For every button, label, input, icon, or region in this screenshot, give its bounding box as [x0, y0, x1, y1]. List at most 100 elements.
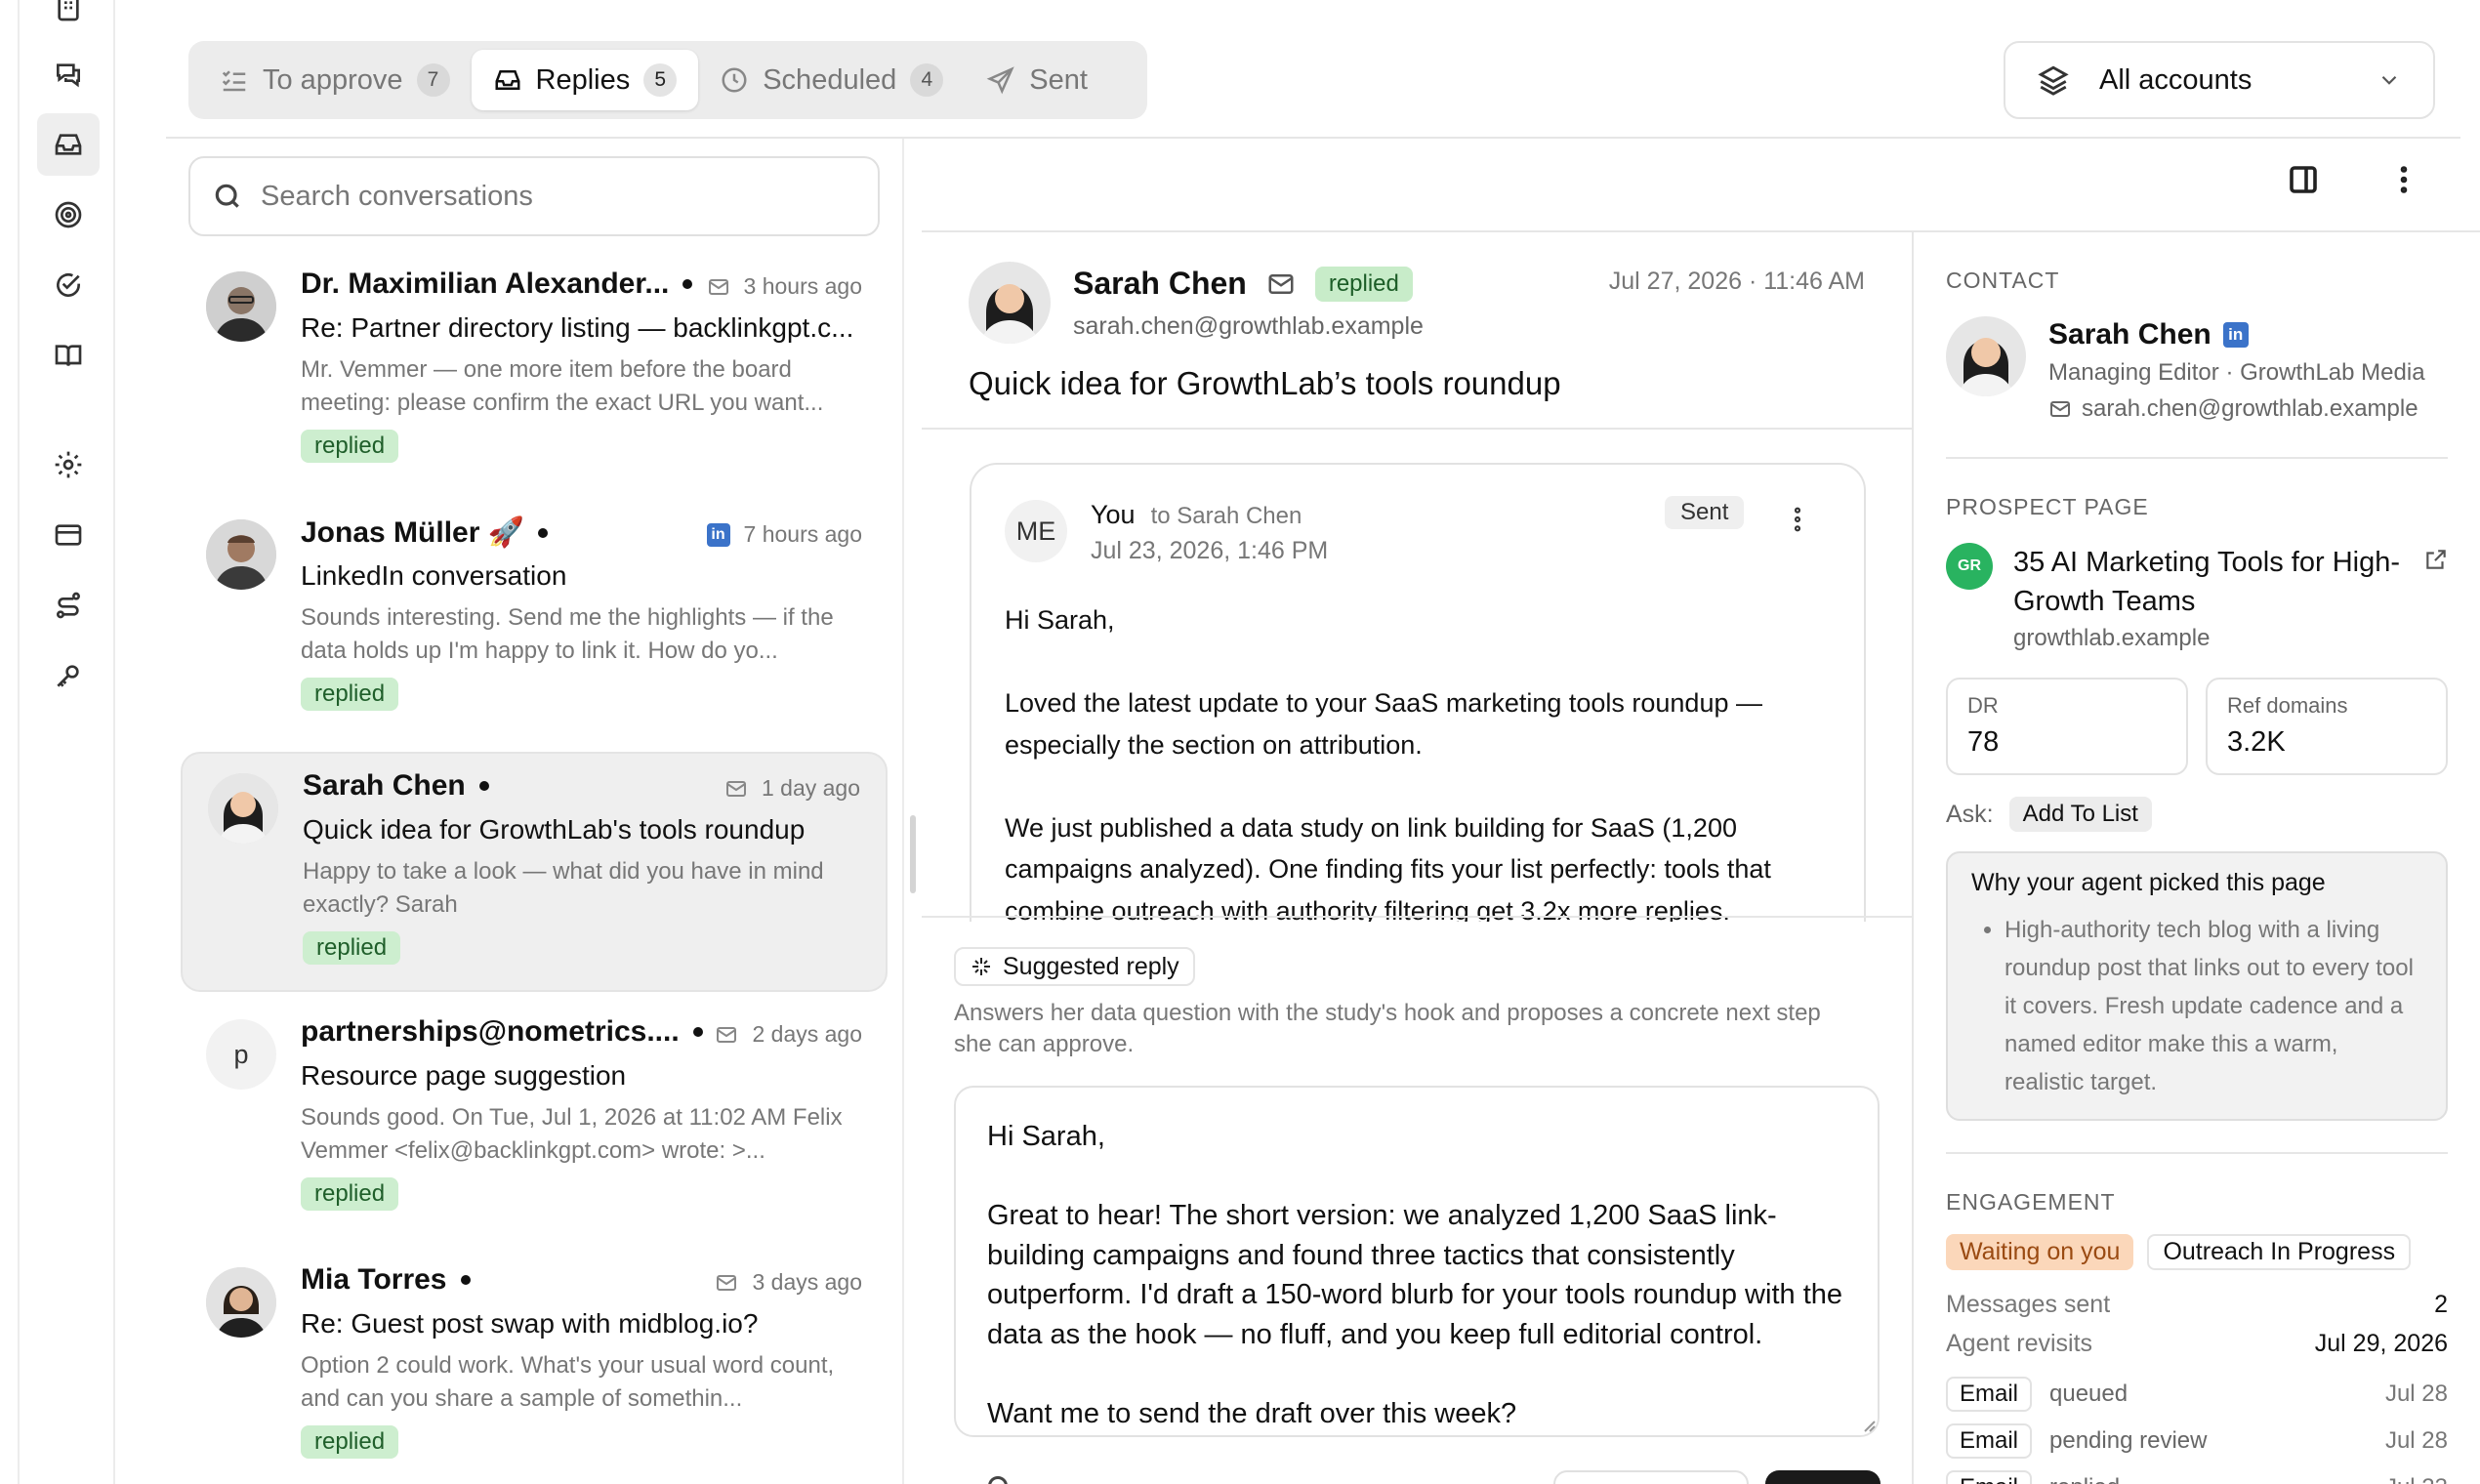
- conversation-preview: Sounds interesting. Send me the highligh…: [301, 604, 834, 664]
- activity-row[interactable]: Email queued Jul 28: [1946, 1377, 2448, 1412]
- tab-label: Scheduled: [763, 63, 897, 96]
- email-icon: [717, 1026, 737, 1043]
- divider: [902, 139, 904, 1484]
- message-from: You: [1091, 500, 1136, 529]
- primary-button[interactable]: [1765, 1470, 1881, 1484]
- avatar: [1946, 316, 2026, 396]
- metric-value: 3.2K: [2227, 726, 2286, 758]
- conversation-time: 1 day ago: [761, 775, 860, 801]
- tab-label: Sent: [1029, 63, 1088, 96]
- check-circle-icon[interactable]: [49, 266, 88, 305]
- credit-card-icon[interactable]: [49, 515, 88, 555]
- message-date: Jul 23, 2026, 1:46 PM: [1091, 537, 1329, 564]
- book-icon[interactable]: [49, 336, 88, 375]
- inbox-icon: [495, 70, 519, 90]
- target-icon[interactable]: [49, 195, 88, 234]
- conversation-item[interactable]: Jonas Müller 🚀 in 7 hours ago LinkedIn c…: [181, 500, 888, 740]
- gear-icon[interactable]: [49, 445, 88, 484]
- search-input[interactable]: [261, 180, 847, 213]
- metric-label: Ref domains: [2227, 693, 2348, 718]
- conversation-item[interactable]: p partnerships@nometrics.... 2 days ago …: [181, 1000, 888, 1240]
- resize-handle[interactable]: [910, 815, 916, 893]
- conversation-name: Sarah Chen: [303, 769, 489, 803]
- tab-count: 4: [910, 63, 944, 97]
- open-link-button[interactable]: [2423, 547, 2449, 572]
- inbox-icon[interactable]: [37, 113, 100, 176]
- conversation-preview: Option 2 could work. What's your usual w…: [301, 1352, 835, 1412]
- conversation-time: 3 hours ago: [743, 273, 862, 299]
- conversation-name: Dr. Maximilian Alexander...: [301, 268, 693, 301]
- message-body: Hi Sarah, Loved the latest update to you…: [1005, 605, 1771, 922]
- conversation-item-selected[interactable]: Sarah Chen 1 day ago Quick idea for Grow…: [181, 752, 888, 992]
- activity-date: Jul 28: [2384, 1381, 2448, 1407]
- divider: [1946, 457, 2448, 459]
- route-icon[interactable]: [49, 586, 88, 625]
- engagement-stat: Agent revisits Jul 29, 2026: [1946, 1330, 2448, 1358]
- engagement-chips: Waiting on you Outreach In Progress: [1946, 1234, 2412, 1270]
- conversation-time: 3 days ago: [752, 1269, 862, 1295]
- suggested-reply-label: Suggested reply: [954, 947, 1195, 986]
- prospect-title[interactable]: 35 AI Marketing Tools for High-Growth Te…: [2013, 543, 2404, 621]
- thread-subject: Quick idea for GrowthLab’s tools roundup: [969, 365, 1561, 401]
- stat-value: 2: [2434, 1291, 2448, 1318]
- stat-label: Agent revisits: [1946, 1330, 2093, 1357]
- linkedin-icon: in: [706, 522, 730, 547]
- key-icon[interactable]: [49, 656, 88, 695]
- account-select[interactable]: All accounts: [2004, 41, 2435, 119]
- email-icon: [717, 1274, 737, 1291]
- send-icon: [986, 66, 1014, 95]
- contact-email: sarah.chen@growthlab.example: [2048, 395, 2418, 423]
- engagement-stat: Messages sent 2: [1946, 1291, 2448, 1319]
- metric-value: 78: [1967, 726, 2000, 758]
- account-select-label: All accounts: [2099, 63, 2253, 96]
- email-icon: [2050, 401, 2070, 417]
- building-icon[interactable]: [49, 0, 88, 27]
- prospect-logo: GR: [1946, 543, 1993, 590]
- more-options-button[interactable]: [2386, 162, 2425, 201]
- secondary-button[interactable]: [1553, 1470, 1749, 1484]
- why-picked-list: High-authority tech blog with a living r…: [1971, 911, 2422, 1101]
- conversation-item[interactable]: Dr. Maximilian Alexander... 3 hours ago …: [181, 252, 888, 492]
- conversation-item[interactable]: Mia Torres 3 days ago Re: Guest post swa…: [181, 1248, 888, 1484]
- conversation-subject: Resource page suggestion: [301, 1060, 627, 1091]
- unread-dot: [682, 279, 693, 289]
- stat-value: Jul 29, 2026: [2314, 1330, 2448, 1357]
- tab-sent[interactable]: Sent: [965, 50, 1109, 110]
- why-picked-reason: High-authority tech blog with a living r…: [2005, 911, 2422, 1101]
- thread-contact: Sarah Chen replied: [1073, 266, 1413, 302]
- metric-dr: DR 78: [1946, 678, 2188, 775]
- divider: [166, 137, 2460, 139]
- settings-icon[interactable]: [988, 1476, 1008, 1484]
- message-sender: You to Sarah Chen: [1091, 500, 1302, 530]
- activity-row[interactable]: Email replied Jul 23: [1946, 1470, 2448, 1484]
- divider: [922, 428, 1912, 430]
- more-vertical-icon: [2400, 166, 2408, 193]
- tab-label: Replies: [535, 63, 631, 96]
- activity-channel: Email: [1946, 1423, 2033, 1459]
- conversation-meta: in 7 hours ago: [706, 521, 862, 548]
- metric-label: DR: [1967, 693, 1999, 718]
- activity-row[interactable]: Email pending review Jul 28: [1946, 1423, 2448, 1459]
- reply-textarea[interactable]: Hi Sarah, Great to hear! The short versi…: [954, 1086, 1880, 1437]
- stat-label: Messages sent: [1946, 1291, 2111, 1318]
- unread-dot: [460, 1275, 471, 1285]
- message-more-button[interactable]: [1782, 504, 1813, 535]
- conversation-preview: Sounds good. On Tue, Jul 1, 2026 at 11:0…: [301, 1104, 843, 1164]
- more-vertical-icon: [1794, 507, 1801, 532]
- chat-icon[interactable]: [49, 55, 88, 94]
- tab-replies[interactable]: Replies 5: [471, 50, 699, 110]
- toggle-panel-button[interactable]: [2286, 162, 2325, 201]
- tab-to-approve[interactable]: To approve 7: [198, 50, 472, 110]
- status-badge: replied: [1314, 266, 1413, 302]
- resize-grip-icon[interactable]: [1859, 1416, 1877, 1433]
- divider: [922, 916, 1912, 918]
- sidebar-panel-icon: [2290, 166, 2317, 193]
- tab-scheduled[interactable]: Scheduled 4: [698, 50, 965, 110]
- conversation-subject: Re: Partner directory listing — backlink…: [301, 312, 854, 343]
- prospect-domain: growthlab.example: [2013, 625, 2211, 651]
- linkedin-icon[interactable]: in: [2222, 322, 2249, 348]
- avatar: p: [206, 1019, 276, 1090]
- sparkle-icon: [972, 958, 990, 975]
- conversation-preview: Mr. Vemmer — one more item before the bo…: [301, 356, 824, 416]
- avatar: [208, 773, 278, 844]
